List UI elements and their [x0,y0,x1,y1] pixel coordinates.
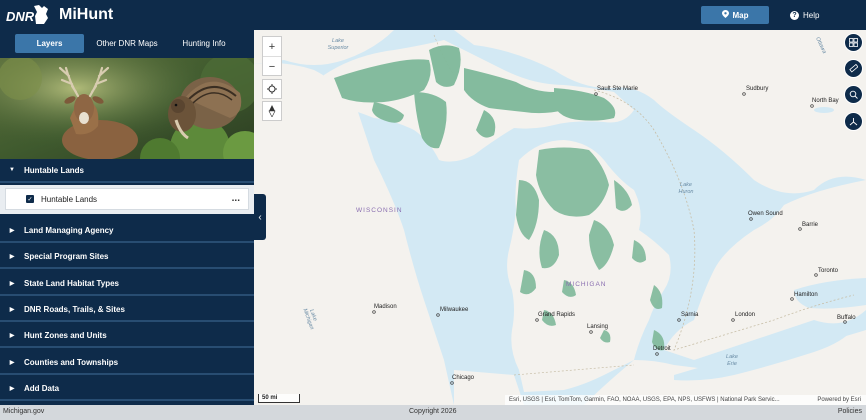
zoom-out-button[interactable]: − [263,57,281,77]
label-lake-huron: Lake Huron [679,182,694,195]
city-lansing: Lansing [587,324,608,330]
tab-hunting-info[interactable]: Hunting Info [172,34,236,53]
section-dnr-roads-trails-sites[interactable]: ▶ DNR Roads, Trails, & Sites [0,298,254,322]
footer-policies-link[interactable]: Policies [838,408,862,415]
dnr-logo[interactable]: DNR [6,4,52,26]
city-barrie: Barrie [802,222,819,228]
grid-icon [849,38,858,47]
section-state-land-habitat-types[interactable]: ▶ State Land Habitat Types [0,272,254,296]
measure-button[interactable] [844,59,863,78]
compass-button[interactable] [262,101,282,121]
caret-right-icon: ▶ [9,253,15,260]
caret-right-icon: ▶ [9,359,15,366]
caret-right-icon: ▶ [9,385,15,392]
city-sault-ste-marie: Sault Ste Marie [597,86,639,92]
help-button[interactable]: ? Help [790,6,819,24]
footer-copyright: Copyright 2026 [409,408,457,415]
chevron-left-icon: ‹ [258,211,262,223]
section-label: Land Managing Agency [24,225,114,235]
city-grand-rapids: Grand Rapids [538,312,575,318]
city-madison: Madison [374,304,397,310]
basemap-gallery-button[interactable] [844,33,863,52]
zoom-in-button[interactable]: + [263,37,281,57]
label-lake-erie: Lake Erie [726,354,738,367]
tab-layers[interactable]: Layers [15,34,84,53]
help-button-label: Help [803,10,820,20]
crosshair-icon [267,84,277,94]
city-sudbury: Sudbury [746,86,768,92]
section-label: Huntable Lands [24,165,85,175]
page-footer: Michigan.gov Copyright 2026 Policies [0,405,866,420]
huntable-lands-layer-list: ✓ Huntable Lands ... [0,185,254,214]
hero-image [0,58,254,159]
section-label: Counties and Townships [24,357,119,367]
city-milwaukee: Milwaukee [440,307,469,313]
city-sarnia: Sarnia [681,312,699,318]
layer-item-huntable-lands[interactable]: ✓ Huntable Lands ... [5,188,249,210]
section-label: Special Program Sites [24,251,109,261]
section-land-managing-agency[interactable]: ▶ Land Managing Agency [0,219,254,243]
logo-text: DNR [6,9,35,24]
city-london: London [735,312,755,318]
deer-and-grouse-photo [0,58,254,159]
map-pin-icon [721,10,729,20]
map-view[interactable]: Lake Superior WISCONSIN MICHIGAN Lake Huro… [254,30,866,405]
coordinate-button[interactable] [844,112,863,131]
locate-button[interactable] [262,79,282,99]
help-icon: ? [790,10,799,20]
great-lakes-basemap: Lake Superior WISCONSIN MICHIGAN Lake Huro… [254,30,866,405]
section-label: DNR Roads, Trails, & Sites [24,304,125,314]
layer-checkbox[interactable]: ✓ [26,195,34,203]
footer-michigan-gov-link[interactable]: Michigan.gov [3,408,44,415]
scale-bar: 50 mi [258,394,300,403]
caret-right-icon: ▶ [9,280,15,287]
city-detroit: Detroit [653,346,671,352]
city-buffalo: Buffalo [837,315,856,321]
label-michigan: MICHIGAN [566,281,607,288]
caret-right-icon: ▶ [9,227,15,234]
caret-right-icon: ▶ [9,306,15,313]
section-add-data[interactable]: ▶ Add Data [0,377,254,401]
section-label: Add Data [24,383,60,393]
app-header: DNR MiHunt Map ? Help [0,0,866,30]
caret-down-icon: ▼ [9,167,15,173]
section-huntable-lands[interactable]: ▼ Huntable Lands [0,159,254,183]
label-wisconsin: WISCONSIN [356,207,403,214]
city-hamilton: Hamilton [794,292,818,298]
panel-tabs: Layers Other DNR Maps Hunting Info [0,30,254,58]
section-label: State Land Habitat Types [24,278,119,288]
section-special-program-sites[interactable]: ▶ Special Program Sites [0,245,254,269]
search-icon [849,90,858,99]
coordinates-icon [849,118,858,126]
search-tool-button[interactable] [844,85,863,104]
map-attribution: Esri, USGS | Esri, TomTom, Garmin, FAO, … [505,395,866,405]
zoom-control: + − [262,36,282,76]
section-hunt-zones-and-units[interactable]: ▶ Hunt Zones and Units [0,324,254,348]
layer-label: Huntable Lands [41,194,98,204]
attribution-text: Esri, USGS | Esri, TomTom, Garmin, FAO, … [509,397,780,403]
section-label: Hunt Zones and Units [24,330,107,340]
city-owen-sound: Owen Sound [748,211,783,217]
map-button-label: Map [732,10,749,20]
caret-right-icon: ▶ [9,332,15,339]
compass-icon [268,105,276,117]
powered-by-esri-link[interactable]: Powered by Esri [817,395,861,405]
collapse-panel-button[interactable]: ‹ [254,194,266,240]
city-chicago: Chicago [452,375,475,381]
map-button[interactable]: Map [701,6,769,24]
left-panel: Layers Other DNR Maps Hunting Info ▼ Hun… [0,30,254,405]
section-counties-and-townships[interactable]: ▶ Counties and Townships [0,351,254,375]
city-toronto: Toronto [818,268,839,274]
app-title: MiHunt [59,6,114,23]
layer-options-icon[interactable]: ... [232,193,240,204]
tab-other-dnr-maps[interactable]: Other DNR Maps [88,34,166,53]
city-north-bay: North Bay [812,98,839,104]
ruler-icon [849,64,858,73]
